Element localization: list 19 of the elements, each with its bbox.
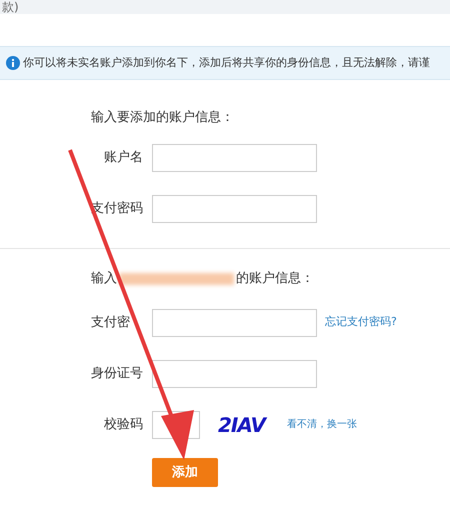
- arrow-annotation-icon: [66, 148, 196, 462]
- captcha-image: 2IAV: [218, 412, 265, 438]
- notice-text: 你可以将未实名账户添加到你名下，添加后将共享你的身份信息，且无法解除，请谨: [23, 54, 430, 71]
- refresh-captcha-link[interactable]: 看不清，换一张: [286, 417, 357, 432]
- top-bar-text: 款): [2, 0, 19, 14]
- field-label: 校验码: [104, 416, 143, 434]
- forgot-password-link[interactable]: 忘记支付密码?: [325, 314, 397, 331]
- section-heading: 输入要添加的账户信息：: [91, 109, 235, 127]
- field-label: 支付密: [91, 314, 130, 332]
- info-icon: [6, 56, 20, 70]
- field-label: 身份证号: [91, 364, 143, 383]
- input-field[interactable]: [152, 194, 317, 222]
- input-field[interactable]: [152, 144, 317, 172]
- section-heading: 输入: [91, 270, 117, 288]
- input-field[interactable]: [152, 308, 317, 336]
- input-field[interactable]: [152, 360, 317, 388]
- add-button[interactable]: 添加: [152, 458, 218, 487]
- section-heading: 的账户信息：: [236, 270, 314, 288]
- field-label: 账户名: [104, 148, 143, 167]
